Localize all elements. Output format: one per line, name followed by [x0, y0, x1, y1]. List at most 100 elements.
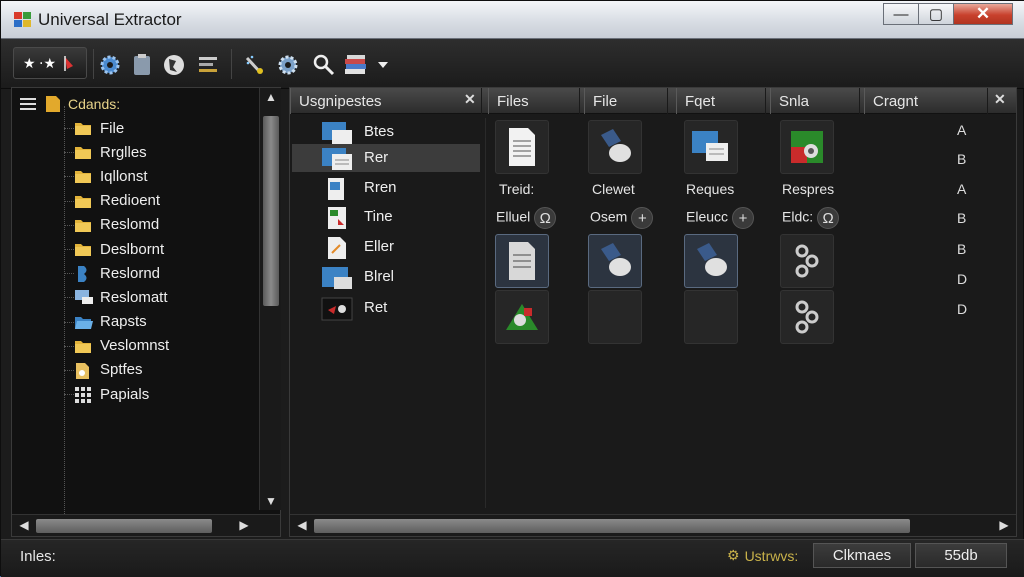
file-tile[interactable] — [495, 120, 549, 174]
search-icon[interactable] — [311, 52, 337, 78]
tree-root[interactable]: Cdands: — [20, 94, 120, 114]
tree-item[interactable]: Deslbornt — [12, 237, 252, 261]
file-label: Tine — [364, 208, 393, 225]
column-header[interactable]: Files — [488, 88, 580, 114]
tree-item[interactable]: Papials — [12, 382, 252, 406]
file-label: Ret — [364, 299, 388, 316]
tree-item[interactable]: Reslomd — [12, 213, 252, 237]
scroll-left-arrow-icon[interactable]: ◀ — [14, 518, 34, 532]
tree-item[interactable]: Rrglles — [12, 140, 252, 164]
close-column-icon[interactable]: ✕ — [994, 91, 1006, 108]
tree-item-label: Veslomnst — [100, 337, 170, 355]
scroll-left-arrow-icon[interactable]: ◀ — [292, 518, 312, 532]
status-size-box: 55db — [915, 543, 1007, 568]
document-icon — [509, 128, 535, 166]
scroll-down-arrow-icon[interactable]: ▼ — [261, 494, 281, 508]
tree-horizontal-scrollbar[interactable]: ◀ ▶ — [12, 514, 280, 536]
books-icon[interactable] — [343, 52, 369, 78]
status-mid-text: Ustrwvs: — [744, 547, 799, 564]
close-button[interactable]: ✕ — [953, 3, 1013, 25]
add-button[interactable]: + — [732, 207, 755, 229]
tree-item-label: Rrglles — [100, 143, 147, 161]
cell-text-label: Eldc: — [782, 208, 814, 225]
file-tile[interactable] — [684, 120, 738, 174]
scroll-right-arrow-icon[interactable]: ▶ — [994, 518, 1014, 532]
file-tile[interactable] — [684, 234, 738, 288]
letter-cell: B — [957, 210, 967, 226]
file-row[interactable]: Eller — [292, 233, 480, 261]
column-header[interactable]: Usgnipestes — [290, 88, 482, 114]
add-button[interactable]: + — [631, 207, 654, 229]
scrollbar-thumb[interactable] — [263, 116, 279, 306]
file-row[interactable]: Tine — [292, 203, 480, 231]
tree-item[interactable]: Sptfes — [12, 358, 252, 382]
maximize-button[interactable]: ▢ — [918, 3, 954, 25]
column-header[interactable]: Fqet — [676, 88, 766, 114]
cell-text: Osem + — [590, 207, 654, 229]
scrollbar-thumb[interactable] — [314, 519, 910, 533]
menu-icon[interactable] — [20, 97, 38, 111]
file-row[interactable]: Ret — [292, 294, 480, 322]
tree-connector — [64, 176, 74, 178]
file-tile[interactable] — [780, 234, 834, 288]
file-row[interactable]: Btes — [292, 118, 480, 146]
chevron-down-icon[interactable] — [371, 52, 395, 78]
tree-connector — [64, 248, 74, 250]
file-icon — [320, 176, 356, 202]
scroll-up-arrow-icon[interactable]: ▲ — [261, 90, 281, 104]
tree-item[interactable]: Reslomatt — [12, 285, 252, 309]
wand-icon[interactable] — [241, 52, 267, 78]
tree-root-label: Cdands: — [68, 96, 121, 112]
cell-text-label: Eleucc — [686, 208, 729, 225]
document-icon — [74, 362, 92, 379]
close-column-icon[interactable]: ✕ — [464, 91, 476, 108]
tree-item[interactable]: Iqllonst — [12, 164, 252, 188]
gear-icon[interactable] — [275, 52, 301, 78]
minimize-button[interactable]: — — [883, 3, 919, 25]
action-button[interactable]: Ω — [817, 207, 840, 229]
mouse-icon — [601, 243, 631, 276]
column-label: Usgnipestes — [299, 92, 382, 110]
status-button[interactable]: Clkmaes — [813, 543, 911, 568]
file-tile[interactable] — [588, 120, 642, 174]
clipboard-icon[interactable] — [129, 52, 155, 78]
folder-icon — [74, 241, 92, 257]
file-icon — [320, 235, 356, 261]
column-label: Fqet — [685, 92, 716, 110]
action-button[interactable]: Ω — [534, 207, 557, 229]
list-horizontal-scrollbar[interactable]: ◀ ▶ — [290, 514, 1016, 536]
list-icon[interactable] — [195, 52, 221, 78]
scrollbar-thumb[interactable] — [36, 519, 212, 533]
empty-tile[interactable] — [588, 290, 642, 344]
tree-connector — [64, 369, 74, 371]
computer-icon — [74, 289, 93, 305]
tree-item-label: File — [100, 119, 125, 137]
tree-item[interactable]: Rapsts — [12, 310, 252, 334]
file-tile[interactable] — [588, 234, 642, 288]
tree-item-label: Redioent — [100, 192, 161, 210]
column-label: File — [593, 92, 618, 110]
file-tile[interactable] — [780, 120, 834, 174]
file-tile[interactable] — [495, 290, 549, 344]
app-logo-icon — [14, 12, 32, 28]
column-header[interactable]: File — [584, 88, 668, 114]
scroll-right-arrow-icon[interactable]: ▶ — [234, 518, 254, 532]
tree-vertical-scrollbar[interactable]: ▲ ▼ — [259, 88, 281, 510]
empty-tile[interactable] — [684, 290, 738, 344]
tree-item[interactable]: Redioent — [12, 189, 252, 213]
file-row[interactable]: Rer — [292, 144, 480, 172]
gear-icon[interactable] — [97, 52, 123, 78]
tree-item[interactable]: Reslornd — [12, 261, 252, 285]
file-tile[interactable] — [780, 290, 834, 344]
file-tile[interactable] — [495, 234, 549, 288]
file-label: Rer — [364, 149, 389, 166]
file-row[interactable]: Rren — [292, 174, 480, 202]
column-header[interactable]: Cragnt — [864, 88, 988, 114]
globe-icon[interactable] — [161, 52, 187, 78]
toolbar-run-button[interactable]: ★ ·★ — [13, 47, 87, 79]
folder-icon — [74, 144, 92, 160]
file-row[interactable]: Blrel — [292, 263, 480, 291]
tree-item[interactable]: File — [12, 116, 252, 140]
column-header[interactable]: Snla — [770, 88, 860, 114]
tree-item[interactable]: Veslomnst — [12, 334, 252, 358]
